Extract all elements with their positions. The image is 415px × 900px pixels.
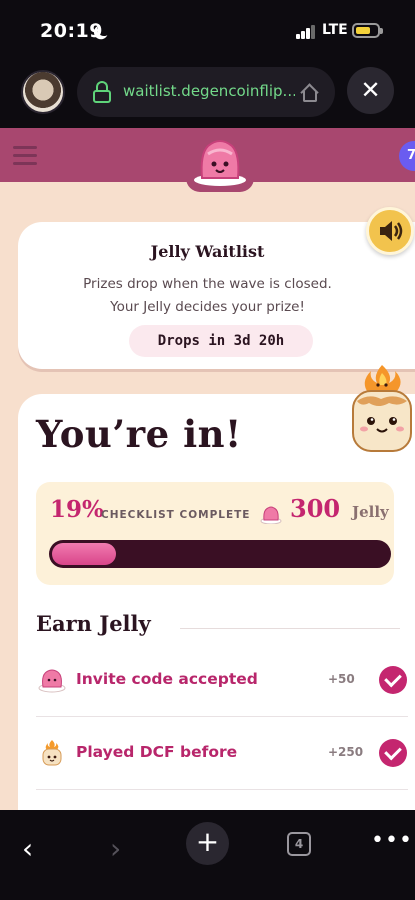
speaker-icon[interactable] xyxy=(366,207,414,255)
address-bar[interactable]: waitlist.degencoinflip... xyxy=(77,67,335,117)
back-icon[interactable]: ‹ xyxy=(22,832,33,865)
url-text: waitlist.degencoinflip... xyxy=(123,82,295,100)
check-icon xyxy=(379,666,407,694)
network-label: LTE xyxy=(322,22,348,38)
web-page: 7 Jelly Waitlist Prizes drop when the wa… xyxy=(0,128,415,810)
progress-percent: 19% xyxy=(50,496,104,523)
card-title: Jelly Waitlist xyxy=(150,242,265,261)
task-label: Invite code accepted xyxy=(76,670,258,688)
checklist-label: CHECKLIST COMPLETE xyxy=(101,509,251,521)
jelly-icon xyxy=(38,669,66,693)
status-card: You’re in! 19% CHECKLIST COMPLETE 300 Je… xyxy=(18,394,415,810)
check-icon xyxy=(379,739,407,767)
battery-icon xyxy=(352,23,383,38)
browser-bottom-nav: ‹ › + 4 ••• xyxy=(0,810,415,900)
avatar[interactable] xyxy=(21,70,65,114)
task-row[interactable]: Invite code accepted +50 xyxy=(36,644,408,717)
progress-panel: 19% CHECKLIST COMPLETE 300 Jelly xyxy=(36,482,394,585)
progress-bar-fill xyxy=(52,543,116,565)
more-icon[interactable]: ••• xyxy=(371,828,413,853)
divider xyxy=(180,628,400,629)
tab-count-button[interactable]: 4 xyxy=(287,832,311,856)
task-row[interactable]: Played DCF before +250 xyxy=(36,717,408,790)
task-points: +250 xyxy=(328,745,364,759)
task-points: +50 xyxy=(328,672,355,686)
jelly-count: 300 xyxy=(290,494,341,523)
drop-countdown: Drops in 3d 20h xyxy=(129,325,313,357)
forward-icon[interactable]: › xyxy=(110,832,121,865)
waitlist-info-card: Jelly Waitlist Prizes drop when the wave… xyxy=(18,222,415,369)
new-tab-button[interactable]: + xyxy=(186,822,229,865)
close-button[interactable]: ✕ xyxy=(347,67,394,114)
card-subtitle-line2: Your Jelly decides your prize! xyxy=(110,299,305,315)
signal-icon xyxy=(296,25,316,39)
jelly-logo-icon[interactable] xyxy=(190,134,250,188)
jelly-unit: Jelly xyxy=(352,503,389,521)
status-bar: 20:19 LTE xyxy=(0,0,415,62)
progress-bar xyxy=(49,540,391,568)
menu-icon[interactable] xyxy=(13,146,37,166)
lock-icon xyxy=(93,81,111,103)
task-label: Played DCF before xyxy=(76,743,238,761)
status-time: 20:19 xyxy=(40,20,103,42)
marshmallow-mascot-icon xyxy=(352,365,412,452)
status-headline: You’re in! xyxy=(36,412,242,456)
jelly-icon xyxy=(260,506,282,524)
card-subtitle-line1: Prizes drop when the wave is closed. xyxy=(83,276,332,292)
home-icon[interactable] xyxy=(299,82,321,102)
earn-heading: Earn Jelly xyxy=(36,611,151,636)
marshmallow-icon xyxy=(42,740,62,766)
browser-toolbar: waitlist.degencoinflip... ✕ xyxy=(0,62,415,128)
header-badge[interactable]: 7 xyxy=(399,141,415,171)
